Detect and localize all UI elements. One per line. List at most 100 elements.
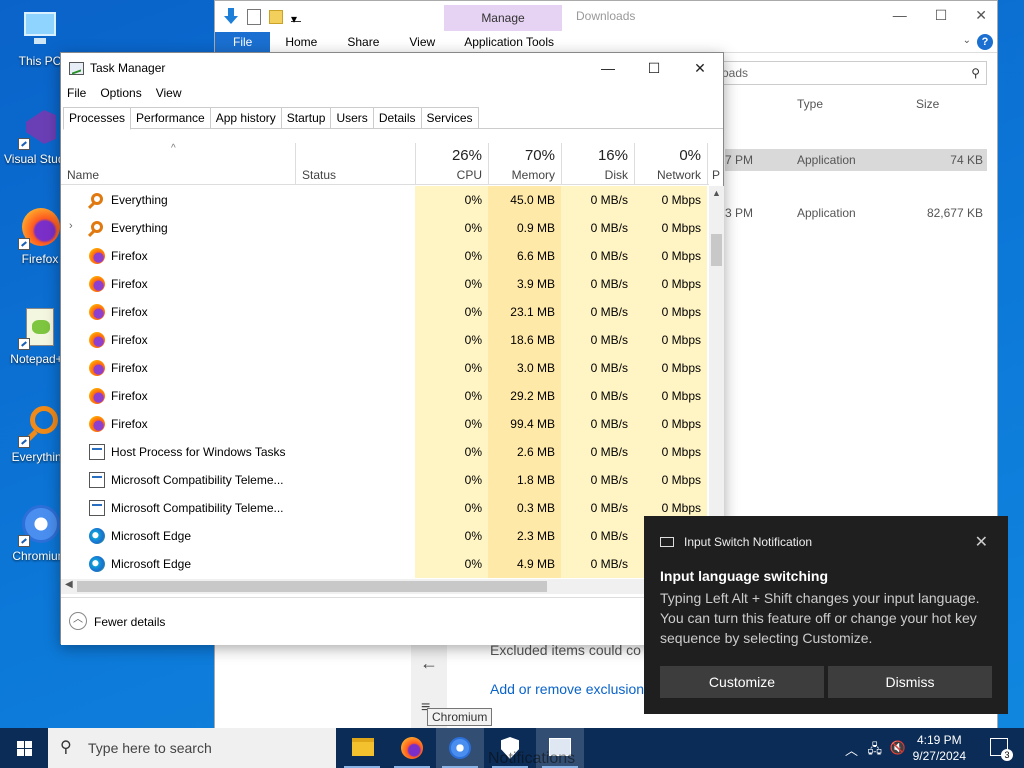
customize-button[interactable]: Customize: [660, 666, 824, 698]
maximize-icon[interactable]: ☐: [935, 7, 948, 24]
column-header-name[interactable]: Name: [67, 168, 99, 182]
tab-processes[interactable]: Processes: [63, 107, 132, 130]
properties-icon[interactable]: [247, 9, 261, 25]
tab-share[interactable]: Share: [332, 32, 394, 53]
taskbar-firefox[interactable]: [388, 728, 436, 768]
process-memory-value: 45.0 MB: [488, 186, 561, 214]
tab-file[interactable]: File: [215, 32, 271, 53]
column-header-status-cell[interactable]: Status: [295, 143, 415, 185]
scroll-thumb[interactable]: [711, 234, 722, 266]
column-header-power[interactable]: P: [707, 143, 720, 185]
tab-startup[interactable]: Startup: [280, 107, 332, 128]
scroll-up-icon[interactable]: ▲: [712, 188, 721, 198]
firefox-icon: [89, 360, 105, 376]
dismiss-button[interactable]: Dismiss: [828, 666, 992, 698]
visual-studio-icon: [18, 106, 62, 150]
firefox-icon: [18, 206, 62, 250]
process-memory-value: 23.1 MB: [488, 298, 561, 326]
add-remove-exclusions-link[interactable]: Add or remove exclusions: [490, 681, 651, 697]
process-network-value: 0 Mbps: [634, 242, 707, 270]
maximize-button[interactable]: ☐: [631, 57, 677, 81]
process-row[interactable]: Microsoft Edge0%4.9 MB0 MB/s0 Mbps: [61, 550, 709, 578]
volume-muted-icon[interactable]: 🔇: [890, 740, 906, 756]
taskbar-search-box[interactable]: ⚲ Type here to search: [48, 728, 336, 768]
process-cpu-value: 0%: [415, 494, 488, 522]
minimize-button[interactable]: —: [585, 57, 631, 81]
tab-users[interactable]: Users: [330, 107, 374, 128]
tab-performance[interactable]: Performance: [130, 107, 211, 128]
close-icon[interactable]: ✕: [975, 7, 987, 24]
column-header-memory[interactable]: 70% Memory: [488, 143, 561, 185]
process-memory-value: 2.6 MB: [488, 438, 561, 466]
process-row[interactable]: Firefox 0% 3.0 MB 0 MB/s 0 Mbps: [61, 354, 709, 382]
tab-services[interactable]: Services: [420, 107, 479, 128]
process-row[interactable]: Microsoft Edge0%2.3 MB0 MB/s0 Mbps: [61, 522, 709, 550]
search-input[interactable]: oads ⚲: [715, 61, 987, 85]
process-row[interactable]: Microsoft Compatibility Teleme... 0% 0.3 M…: [61, 494, 709, 522]
taskbar-tooltip: Chromium: [427, 708, 493, 726]
chevron-up-icon[interactable]: ︿: [845, 740, 858, 759]
column-header-size[interactable]: Size: [916, 97, 939, 111]
process-row[interactable]: Everything 0% 45.0 MB 0 MB/s 0 Mbps: [61, 186, 709, 214]
file-row[interactable]: 3 PM Application 82,677 KB: [725, 202, 987, 224]
process-row[interactable]: Host Process for Windows Tasks 0% 2.6 MB 0 …: [61, 438, 709, 466]
column-header-disk[interactable]: 16% Disk: [561, 143, 634, 185]
scroll-thumb[interactable]: [77, 581, 547, 592]
menu-options[interactable]: Options: [100, 86, 141, 100]
tab-application-tools[interactable]: Application Tools: [450, 32, 568, 53]
network-icon[interactable]: 🖧: [868, 740, 883, 762]
help-icon[interactable]: ?: [977, 34, 993, 50]
fewer-details-button[interactable]: Fewer details: [94, 615, 165, 629]
tab-view[interactable]: View: [394, 32, 450, 53]
minimize-icon[interactable]: —: [893, 7, 907, 24]
chevron-down-icon[interactable]: ⌄: [963, 35, 971, 46]
notification-toast: Input Switch Notification ✕ Input langua…: [644, 516, 1008, 714]
customize-toolbar-icon[interactable]: ▾: [291, 12, 301, 26]
column-header-type[interactable]: Type: [797, 97, 823, 111]
chevron-up-icon[interactable]: ︿: [69, 612, 87, 630]
tab-details[interactable]: Details: [372, 107, 422, 128]
menu-file[interactable]: File: [67, 86, 86, 100]
process-name: Host Process for Windows Tasks: [111, 445, 286, 459]
action-center-icon[interactable]: 3: [990, 738, 1013, 761]
system-clock[interactable]: 4:19 PM 9/27/2024: [913, 732, 966, 764]
process-memory-value: 2.3 MB: [488, 522, 561, 550]
process-row[interactable]: Firefox 0% 3.9 MB 0 MB/s 0 Mbps: [61, 270, 709, 298]
scroll-left-icon[interactable]: ◀: [65, 579, 73, 590]
taskbar-file-explorer[interactable]: [338, 728, 386, 768]
process-row[interactable]: Firefox 0% 18.6 MB 0 MB/s 0 Mbps: [61, 326, 709, 354]
process-name: Firefox: [111, 361, 148, 375]
firefox-icon: [401, 737, 423, 759]
column-header-status: Status: [302, 168, 337, 182]
tab-app-history[interactable]: App history: [209, 107, 282, 128]
tab-home[interactable]: Home: [270, 32, 332, 53]
start-button[interactable]: [0, 728, 48, 768]
search-icon[interactable]: ⚲: [971, 62, 980, 84]
close-button[interactable]: ✕: [677, 57, 723, 81]
network-label: Network: [656, 168, 701, 182]
chevron-right-icon[interactable]: ›: [69, 220, 73, 232]
column-header-network[interactable]: 0% Network: [634, 143, 707, 185]
process-name: Microsoft Compatibility Teleme...: [111, 473, 284, 487]
process-row[interactable]: Firefox 0% 6.6 MB 0 MB/s 0 Mbps: [61, 242, 709, 270]
back-arrow-icon[interactable]: ←: [420, 653, 438, 674]
title-bar[interactable]: Task Manager — ☐ ✕: [61, 53, 723, 83]
new-folder-icon[interactable]: [269, 10, 283, 24]
process-row[interactable]: Firefox 0% 29.2 MB 0 MB/s 0 Mbps: [61, 382, 709, 410]
search-placeholder: Type here to search: [88, 740, 212, 756]
taskbar: ⚲ Type here to search Notifications ︿ 🖧 …: [0, 728, 1024, 768]
tab-manage[interactable]: Manage: [444, 5, 562, 31]
file-row[interactable]: 7 PM Application 74 KB: [725, 149, 987, 171]
firefox-icon: [89, 332, 105, 348]
process-row[interactable]: Firefox 0% 99.4 MB 0 MB/s 0 Mbps: [61, 410, 709, 438]
process-row[interactable]: Microsoft Compatibility Teleme... 0% 1.8 M…: [61, 466, 709, 494]
this-pc-icon: [18, 8, 62, 52]
process-row[interactable]: Firefox 0% 23.1 MB 0 MB/s 0 Mbps: [61, 298, 709, 326]
horizontal-scrollbar[interactable]: ◀: [61, 579, 709, 594]
process-row[interactable]: › Everything 0% 0.9 MB 0 MB/s 0 Mbps: [61, 214, 709, 242]
column-header-cpu[interactable]: 26% CPU: [415, 143, 488, 185]
down-arrow-icon[interactable]: [223, 8, 239, 26]
taskbar-chromium[interactable]: [436, 728, 484, 768]
menu-view[interactable]: View: [156, 86, 182, 100]
close-icon[interactable]: ✕: [975, 532, 988, 552]
